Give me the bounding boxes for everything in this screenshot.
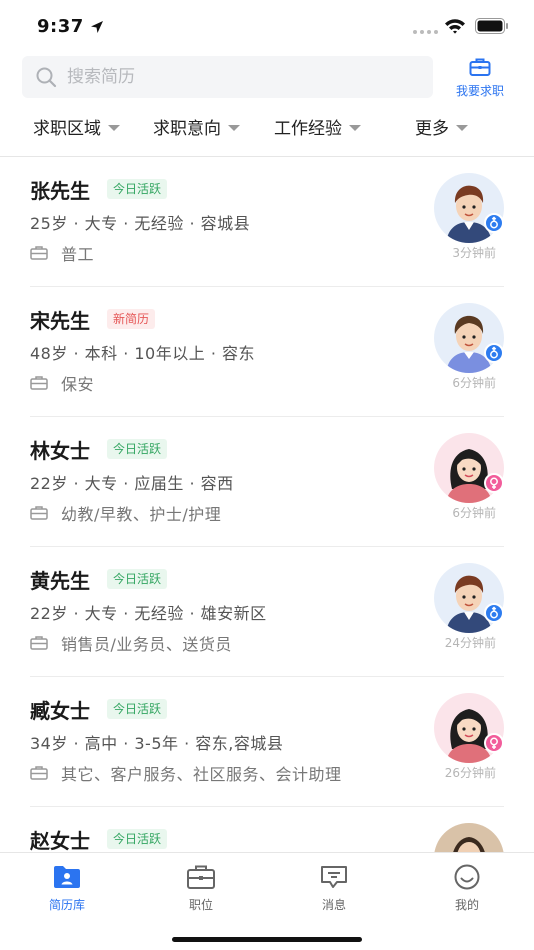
- tab-label: 职位: [188, 898, 213, 912]
- candidate-name: 臧女士: [30, 699, 90, 723]
- tab-messages[interactable]: 消息: [294, 863, 374, 913]
- job-intention: 保安: [30, 371, 94, 395]
- status-badge: 新简历: [107, 309, 156, 329]
- male-icon: [484, 603, 504, 623]
- avatar: [434, 823, 504, 852]
- candidate-info: 48岁 · 本科 · 10年以上 · 容东: [30, 344, 255, 363]
- home-indicator: [172, 937, 362, 942]
- briefcase-icon: [187, 865, 215, 889]
- resume-card[interactable]: 林女士 今日活跃 22岁 · 大专 · 应届生 · 容西 幼教/早教、护士/护理…: [0, 417, 534, 547]
- caret-down-icon: [349, 124, 361, 131]
- tab-label: 我的: [454, 898, 479, 912]
- candidate-info: 25岁 · 大专 · 无经验 · 容城县: [30, 214, 251, 233]
- update-time: 26分钟前: [444, 766, 496, 780]
- status-badge: 今日活跃: [107, 699, 168, 719]
- resume-card[interactable]: 臧女士 今日活跃 34岁 · 高中 · 3-5年 · 容东,容城县 其它、客户服…: [0, 677, 534, 807]
- folder-user-icon: [54, 866, 80, 888]
- filter-label: 更多: [415, 118, 449, 139]
- filter-label: 求职意向: [153, 118, 221, 139]
- female-icon: [484, 733, 504, 753]
- search-icon: [36, 67, 57, 88]
- job-intention: 幼教/早教、护士/护理: [30, 501, 221, 525]
- search-input[interactable]: [67, 67, 397, 87]
- job-text: 其它、客户服务、社区服务、会计助理: [61, 765, 342, 784]
- resume-list: 张先生 今日活跃 25岁 · 大专 · 无经验 · 容城县 普工 3分钟前 宋先…: [0, 157, 534, 852]
- female-icon: [484, 473, 504, 493]
- resume-card[interactable]: 赵女士 今日活跃: [0, 807, 534, 852]
- status-time: 9:37: [37, 16, 84, 37]
- briefcase-icon: [30, 766, 48, 780]
- update-time: 6分钟前: [452, 506, 496, 520]
- job-intention: 销售员/业务员、送货员: [30, 631, 232, 655]
- candidate-info: 22岁 · 大专 · 应届生 · 容西: [30, 474, 234, 493]
- filter-more[interactable]: 更多: [415, 108, 468, 144]
- candidate-info: 22岁 · 大专 · 无经验 · 雄安新区: [30, 604, 267, 623]
- tab-label: 简历库: [48, 898, 85, 912]
- status-badge: 今日活跃: [107, 179, 168, 199]
- tab-resume-library[interactable]: 简历库: [27, 863, 107, 913]
- candidate-name: 黄先生: [30, 569, 90, 593]
- briefcase-icon: [30, 506, 48, 520]
- candidate-name: 宋先生: [30, 309, 90, 333]
- filter-label: 工作经验: [274, 118, 342, 139]
- resume-card[interactable]: 黄先生 今日活跃 22岁 · 大专 · 无经验 · 雄安新区 销售员/业务员、送…: [0, 547, 534, 677]
- job-text: 普工: [61, 245, 95, 264]
- signal-icon: [413, 30, 438, 34]
- job-intention: 普工: [30, 241, 94, 265]
- status-badge: 今日活跃: [107, 439, 168, 459]
- candidate-name: 张先生: [30, 179, 90, 203]
- briefcase-icon: [30, 246, 48, 260]
- male-icon: [484, 213, 504, 233]
- update-time: 6分钟前: [452, 376, 496, 390]
- filter-bar: 求职区域 求职意向 工作经验 更多: [0, 108, 534, 144]
- job-intention: 其它、客户服务、社区服务、会计助理: [30, 761, 342, 785]
- male-icon: [484, 343, 504, 363]
- resume-card[interactable]: 宋先生 新简历 48岁 · 本科 · 10年以上 · 容东 保安 6分钟前: [0, 287, 534, 417]
- tab-bar: 简历库 职位 消息 我的: [0, 852, 534, 950]
- candidate-name: 林女士: [30, 439, 90, 463]
- job-text: 销售员/业务员、送货员: [61, 635, 232, 654]
- update-time: 24分钟前: [444, 636, 496, 650]
- caret-down-icon: [228, 124, 240, 131]
- filter-label: 求职区域: [33, 118, 101, 139]
- battery-icon: [475, 18, 508, 34]
- tab-profile[interactable]: 我的: [427, 863, 507, 913]
- tab-positions[interactable]: 职位: [161, 863, 241, 913]
- update-time: 3分钟前: [452, 246, 496, 260]
- job-seek-label: 我要求职: [455, 84, 504, 98]
- status-badge: 今日活跃: [107, 829, 168, 849]
- briefcase-icon: [469, 58, 491, 76]
- location-arrow-icon: [91, 21, 103, 33]
- status-badge: 今日活跃: [107, 569, 168, 589]
- filter-intention[interactable]: 求职意向: [153, 108, 240, 144]
- candidate-name: 赵女士: [30, 829, 90, 852]
- job-text: 保安: [61, 375, 95, 394]
- job-seek-button[interactable]: 我要求职: [448, 57, 512, 101]
- tab-label: 消息: [321, 898, 346, 912]
- status-bar: 9:37: [0, 0, 534, 52]
- caret-down-icon: [108, 124, 120, 131]
- briefcase-icon: [30, 636, 48, 650]
- smile-icon: [454, 864, 480, 890]
- resume-card[interactable]: 张先生 今日活跃 25岁 · 大专 · 无经验 · 容城县 普工 3分钟前: [0, 157, 534, 287]
- filter-region[interactable]: 求职区域: [33, 108, 120, 144]
- filter-experience[interactable]: 工作经验: [274, 108, 361, 144]
- message-icon: [321, 866, 347, 888]
- candidate-info: 34岁 · 高中 · 3-5年 · 容东,容城县: [30, 734, 284, 753]
- caret-down-icon: [456, 124, 468, 131]
- search-box[interactable]: [22, 56, 433, 98]
- briefcase-icon: [30, 376, 48, 390]
- job-text: 幼教/早教、护士/护理: [61, 505, 222, 524]
- wifi-icon: [445, 19, 465, 34]
